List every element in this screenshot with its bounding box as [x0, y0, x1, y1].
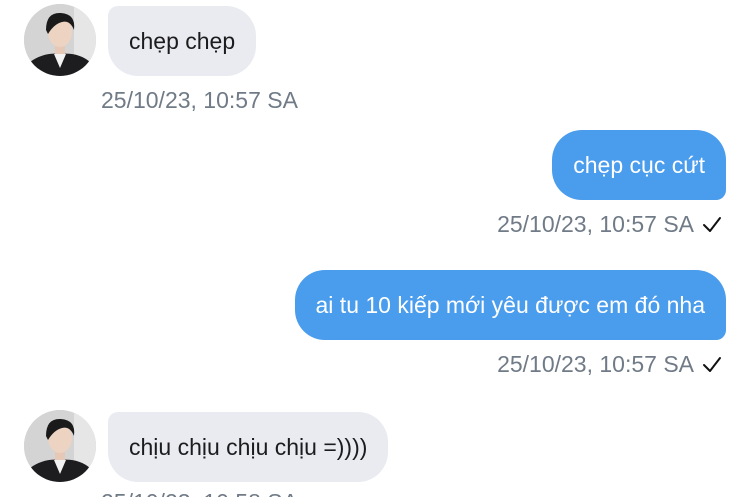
- message-text: chẹp chẹp: [129, 28, 236, 54]
- message-bubble[interactable]: chẹp chẹp: [108, 6, 257, 76]
- message-bubble[interactable]: chẹp cục cứt: [552, 130, 726, 200]
- message-bubble[interactable]: ai tu 10 kiếp mới yêu được em đó nha: [294, 270, 726, 340]
- message-text: ai tu 10 kiếp mới yêu được em đó nha: [315, 292, 705, 318]
- message-bubble[interactable]: chịu chịu chịu chịu =)))): [108, 412, 389, 482]
- check-icon: [702, 213, 722, 241]
- message-timestamp: 25/10/23, 10:58 SA: [101, 488, 298, 497]
- avatar-photo-icon: [24, 410, 96, 482]
- timestamp-text: 25/10/23, 10:57 SA: [101, 87, 298, 113]
- timestamp-text: 25/10/23, 10:57 SA: [497, 351, 694, 377]
- chat-thread: chẹp chẹp 25/10/23, 10:57 SA chẹp cục cứ…: [0, 0, 750, 497]
- message-timestamp: 25/10/23, 10:57 SA: [497, 210, 722, 241]
- check-icon: [702, 353, 722, 381]
- message-text: chịu chịu chịu chịu =)))): [129, 434, 368, 460]
- message-text: chẹp cục cứt: [573, 152, 705, 178]
- message-timestamp: 25/10/23, 10:57 SA: [101, 86, 298, 114]
- avatar-photo-icon: [24, 4, 96, 76]
- timestamp-text: 25/10/23, 10:58 SA: [101, 489, 298, 497]
- avatar[interactable]: [24, 410, 96, 482]
- timestamp-text: 25/10/23, 10:57 SA: [497, 211, 694, 237]
- message-timestamp: 25/10/23, 10:57 SA: [497, 350, 722, 381]
- avatar[interactable]: [24, 4, 96, 76]
